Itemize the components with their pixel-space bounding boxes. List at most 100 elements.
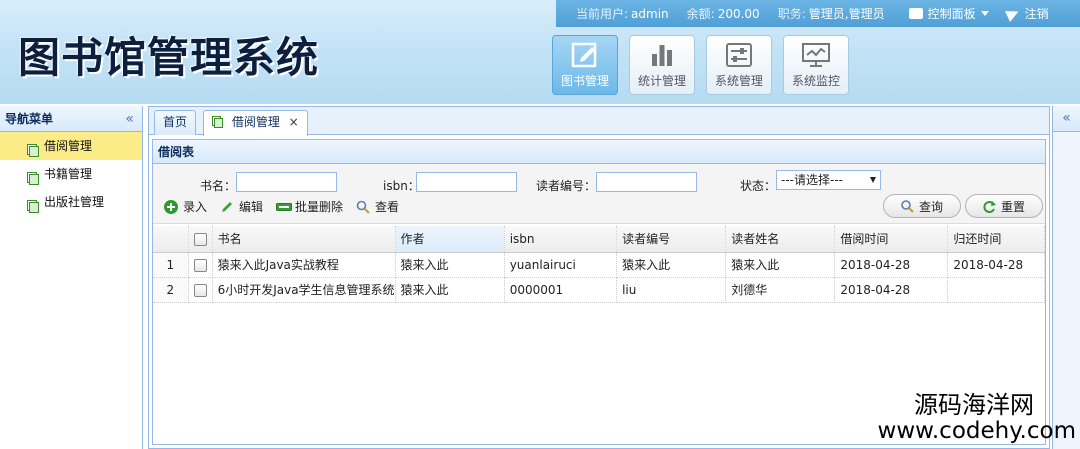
page-icon — [212, 113, 224, 128]
search-icon — [356, 200, 370, 214]
module-nav: 图书管理 统计管理 系统管理 系统监控 — [552, 35, 860, 95]
search-toolbar: 书名： isbn： 读者编号： 状态： ---请选择--- 录入 编辑 批量删除 — [153, 164, 1045, 224]
column-header-author[interactable]: 作者 — [395, 226, 505, 253]
settings-icon — [724, 42, 754, 68]
sidebar: 导航菜单 « 借阅管理 书籍管理 出版社管理 — [0, 106, 143, 449]
add-label: 录入 — [183, 200, 208, 214]
tab-label: 借阅管理 — [231, 115, 280, 129]
logout-label: 注销 — [1024, 7, 1049, 21]
cell-return-time: 2018-04-28 — [947, 252, 1045, 278]
reset-button[interactable]: 重置 — [965, 194, 1043, 218]
batch-delete-button[interactable]: 批量删除 — [276, 198, 343, 215]
module-statistics[interactable]: 统计管理 — [629, 35, 695, 95]
sidebar-header: 导航菜单 « — [0, 106, 142, 132]
module-system-monitor[interactable]: 系统监控 — [783, 35, 849, 95]
row-checkbox[interactable] — [188, 277, 213, 303]
view-label: 查看 — [375, 200, 400, 214]
cell-reader-no: liu — [616, 277, 727, 303]
column-header-book-name[interactable]: 书名 — [212, 226, 396, 253]
cell-author: 猿来入此 — [395, 277, 505, 303]
send-icon — [1004, 5, 1021, 22]
table-row[interactable]: 2 6小时开发Java学生信息管理系统 猿来入此 0000001 liu 刘德华… — [153, 277, 1045, 303]
cell-isbn: yuanlairuci — [504, 252, 618, 278]
column-header-reader-no[interactable]: 读者编号 — [616, 226, 727, 253]
column-header-return-time[interactable]: 归还时间 — [947, 226, 1045, 253]
reader-no-input[interactable] — [596, 172, 697, 192]
table-row[interactable]: 1 猿来入此Java实战教程 猿来入此 yuanlairuci 猿来入此 猿来入… — [153, 252, 1045, 278]
module-label: 系统管理 — [714, 74, 763, 88]
sidebar-item-publishers[interactable]: 出版社管理 — [0, 188, 142, 216]
current-user-label: 当前用户: — [576, 7, 629, 21]
status-label: 状态： — [740, 179, 777, 193]
row-checkbox[interactable] — [188, 252, 213, 278]
module-system-management[interactable]: 系统管理 — [706, 35, 772, 95]
search-icon — [901, 199, 914, 213]
cell-return-time — [947, 277, 1045, 303]
chevron-down-icon — [980, 11, 989, 16]
page-icon — [27, 195, 39, 213]
balance-value: 200.00 — [717, 6, 760, 21]
query-button[interactable]: 查询 — [883, 194, 961, 218]
collapse-left-icon[interactable]: « — [125, 106, 134, 132]
sidebar-item-label: 借阅管理 — [44, 139, 93, 153]
sidebar-item-borrow[interactable]: 借阅管理 — [0, 132, 142, 160]
status-select[interactable]: ---请选择--- — [776, 170, 881, 190]
sidebar-item-books[interactable]: 书籍管理 — [0, 160, 142, 188]
column-header-borrow-time[interactable]: 借阅时间 — [834, 226, 949, 253]
borrow-table: 书名 作者 isbn 读者编号 读者姓名 借阅时间 归还时间 1 猿来入此Jav… — [153, 226, 1045, 303]
isbn-input[interactable] — [416, 172, 517, 192]
add-button[interactable]: 录入 — [164, 198, 207, 215]
status-select-value: ---请选择--- — [781, 173, 843, 187]
dropdown-arrow-icon — [870, 177, 876, 183]
edit-icon — [570, 42, 600, 68]
cell-author: 猿来入此 — [395, 252, 505, 278]
sidebar-title: 导航菜单 — [5, 112, 54, 126]
module-label: 统计管理 — [637, 74, 686, 88]
view-button[interactable]: 查看 — [356, 198, 399, 215]
tab-bar: 首页 借阅管理 × — [149, 107, 1049, 136]
column-header-reader-name[interactable]: 读者姓名 — [725, 226, 836, 253]
watermark-line2: www.codehy.com — [877, 418, 1076, 444]
query-label: 查询 — [918, 199, 943, 214]
add-icon — [164, 199, 178, 214]
watermark-line1: 源码海洋网 — [914, 391, 1034, 419]
tab-borrow[interactable]: 借阅管理 × — [203, 110, 308, 136]
logout-link[interactable]: 注销 — [1004, 5, 1049, 22]
edit-button[interactable]: 编辑 — [220, 198, 263, 215]
bar-chart-icon — [647, 42, 677, 68]
column-header-isbn[interactable]: isbn — [504, 226, 618, 253]
site-watermark: 源码海洋网 www.codehy.com — [876, 392, 1076, 444]
cell-reader-name: 刘德华 — [725, 277, 836, 303]
edit-label: 编辑 — [239, 200, 264, 214]
row-number: 1 — [153, 252, 189, 278]
module-book-management[interactable]: 图书管理 — [552, 35, 618, 95]
monitor-icon — [801, 42, 831, 68]
panel-title: 借阅表 — [153, 140, 1045, 164]
sidebar-item-label: 书籍管理 — [44, 167, 93, 181]
book-name-label: 书名： — [200, 179, 237, 193]
page-icon — [27, 167, 39, 185]
control-panel-menu[interactable]: 控制面板 — [908, 5, 997, 22]
cell-book-name: 6小时开发Java学生信息管理系统 — [212, 277, 396, 303]
reset-label: 重置 — [1000, 199, 1025, 214]
batch-delete-label: 批量删除 — [295, 200, 344, 214]
row-number: 2 — [153, 277, 189, 303]
cell-isbn: 0000001 — [504, 277, 618, 303]
app-logo-title: 图书馆管理系统 — [18, 33, 320, 82]
close-tab-icon[interactable]: × — [289, 115, 299, 129]
expand-right-icon[interactable]: « — [1053, 106, 1080, 132]
cell-reader-name: 猿来入此 — [725, 252, 836, 278]
refresh-icon — [983, 200, 996, 213]
tab-home[interactable]: 首页 — [154, 110, 197, 135]
select-all-checkbox[interactable] — [188, 226, 213, 253]
cell-reader-no: 猿来入此 — [616, 252, 727, 278]
tab-label: 首页 — [163, 115, 188, 129]
sidebar-item-label: 出版社管理 — [44, 195, 105, 209]
book-name-input[interactable] — [236, 172, 337, 192]
module-label: 系统监控 — [791, 74, 840, 88]
balance-label: 余额: — [686, 7, 715, 21]
module-label: 图书管理 — [560, 74, 609, 88]
top-status-bar: 当前用户: admin 余额: 200.00 职务: 管理员,管理员 控制面板 … — [556, 0, 1080, 27]
app-header: 图书馆管理系统 当前用户: admin 余额: 200.00 职务: 管理员,管… — [0, 0, 1080, 104]
cell-borrow-time: 2018-04-28 — [834, 277, 949, 303]
